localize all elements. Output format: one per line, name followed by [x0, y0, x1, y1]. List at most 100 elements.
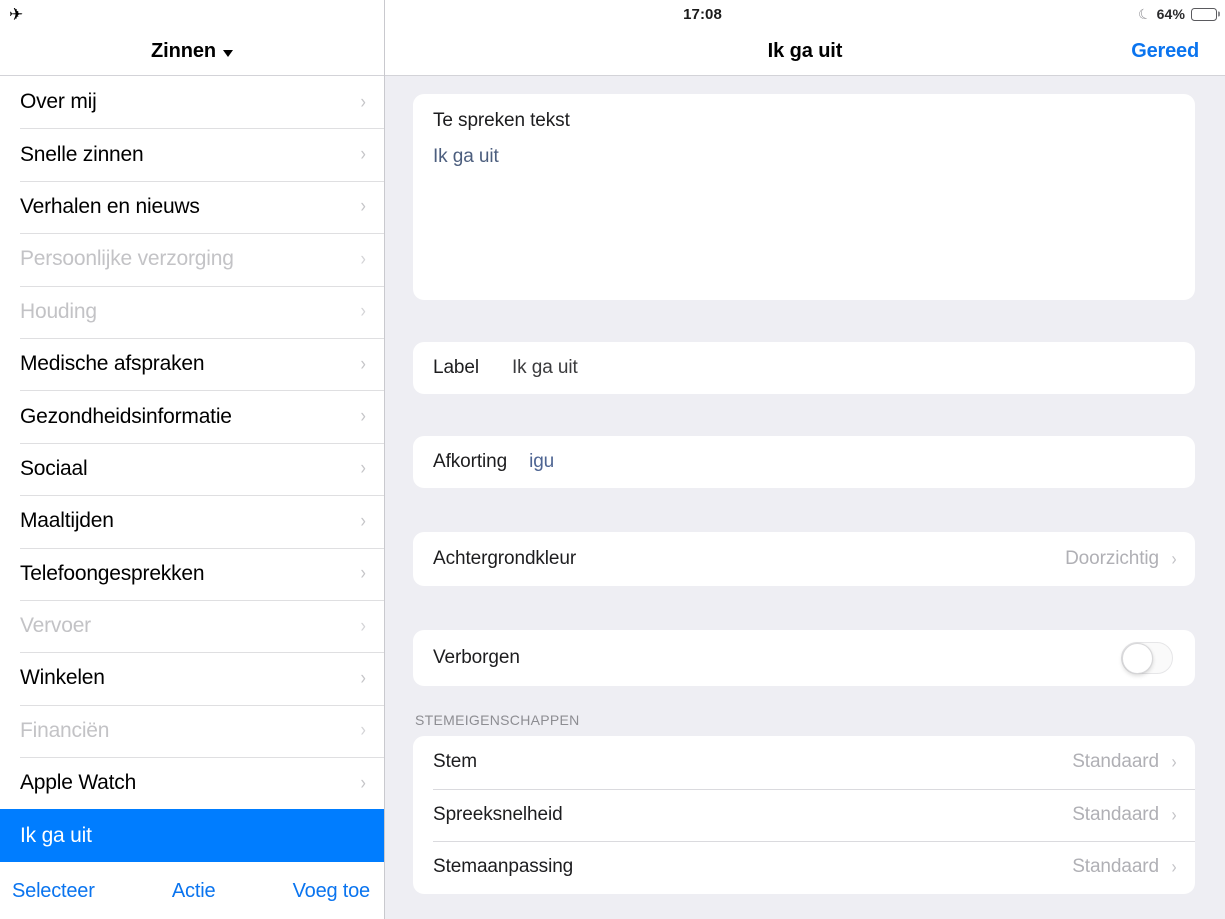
sidebar-item[interactable]: Sociaal › — [0, 442, 384, 496]
sidebar-title: Zinnen — [151, 40, 216, 62]
sidebar-item[interactable]: Snelle zinnen › — [0, 128, 384, 181]
voice-property-row[interactable]: Spreeksnelheid Standaard › — [413, 788, 1195, 842]
chevron-right-icon: › — [1171, 549, 1177, 569]
detail-nav-bar: Ik ga uit Gereed — [385, 28, 1225, 76]
select-button[interactable]: Selecteer — [12, 880, 95, 903]
background-color-label: Achtergrondkleur — [433, 548, 577, 569]
chevron-right-icon: › — [360, 667, 366, 689]
chevron-right-icon: › — [360, 615, 366, 637]
sidebar-item-label: Gezondheidsinformatie — [20, 404, 232, 428]
action-button[interactable]: Actie — [172, 880, 216, 903]
sidebar-item-label: Over mij — [20, 90, 97, 114]
chevron-right-icon: › — [1171, 857, 1177, 878]
chevron-right-icon: › — [360, 510, 366, 532]
voice-property-value: Standaard — [1072, 803, 1159, 825]
background-color-row[interactable]: Achtergrondkleur Doorzichtig › — [413, 532, 1195, 586]
voice-property-value: Standaard — [1072, 751, 1159, 773]
sidebar-item-label: Ik ga uit — [20, 823, 92, 847]
chevron-down-icon — [222, 49, 233, 57]
sidebar-toolbar: Selecteer Actie Voeg toe — [0, 864, 384, 919]
chevron-right-icon: › — [360, 144, 366, 166]
spoken-text-title: Te spreken tekst — [433, 110, 570, 131]
phrases-category-button[interactable]: Zinnen — [151, 40, 233, 63]
sidebar-item-label: Telefoongesprekken — [20, 561, 205, 585]
sidebar-item-label: Financiën — [20, 718, 110, 742]
sidebar: ✈ Zinnen Over mij › Snelle zinnen › Verhalen… — [0, 0, 385, 919]
moon-icon: ☾ — [1135, 4, 1154, 24]
chevron-right-icon: › — [360, 248, 366, 270]
sidebar-item-label: Persoonlijke verzorging — [20, 247, 234, 271]
chevron-right-icon: › — [360, 458, 366, 480]
sidebar-item-label: Snelle zinnen — [20, 142, 144, 166]
chevron-right-icon: › — [360, 772, 366, 794]
sidebar-item-label: Medische afspraken — [20, 352, 205, 376]
label-field-card[interactable]: Label Ik ga uit — [413, 342, 1195, 394]
done-button[interactable]: Gereed — [1131, 40, 1199, 63]
sidebar-item[interactable]: Over mij › — [0, 76, 384, 129]
sidebar-item-label: Winkelen — [20, 666, 105, 690]
sidebar-item-label: Houding — [20, 299, 97, 323]
airplane-mode-icon: ✈ — [9, 4, 24, 24]
detail-scroll-area[interactable]: Te spreken tekst Ik ga uit Label Ik ga u… — [385, 76, 1225, 919]
spoken-text-input[interactable]: Ik ga uit — [433, 146, 1175, 168]
sidebar-item[interactable]: Houding › — [0, 285, 384, 338]
sidebar-item[interactable]: Vervoer › — [0, 599, 384, 653]
voice-property-label: Stem — [433, 751, 477, 773]
hidden-toggle-row[interactable]: Verborgen — [413, 630, 1195, 686]
sidebar-item-label: Maaltijden — [20, 509, 114, 533]
sidebar-item-label: Sociaal — [20, 456, 88, 480]
detail-panel: 17:08 ☾ 64% Ik ga uit Gereed Te spreken … — [385, 0, 1225, 919]
voice-property-row[interactable]: Stemaanpassing Standaard › — [413, 841, 1195, 894]
sidebar-item[interactable]: Telefoongesprekken › — [0, 547, 384, 600]
chevron-right-icon: › — [360, 91, 366, 113]
sidebar-nav-bar: Zinnen — [0, 28, 384, 76]
sidebar-item-label: Apple Watch — [20, 771, 137, 795]
voice-property-row[interactable]: Stem Standaard › — [413, 736, 1195, 789]
chevron-right-icon: › — [360, 353, 366, 375]
chevron-right-icon: › — [360, 196, 366, 218]
voice-section-header: STEMEIGENSCHAPPEN — [415, 712, 580, 728]
spoken-text-card[interactable]: Te spreken tekst Ik ga uit — [413, 94, 1195, 300]
hidden-toggle-switch[interactable] — [1121, 642, 1173, 674]
label-field-input[interactable]: Ik ga uit — [512, 357, 578, 379]
chevron-right-icon: › — [360, 720, 366, 742]
chevron-right-icon: › — [360, 301, 366, 323]
phrase-category-list[interactable]: Over mij › Snelle zinnen › Verhalen en nieuw… — [0, 76, 384, 864]
battery-percentage: 64% — [1156, 6, 1185, 22]
sidebar-item[interactable]: Persoonlijke verzorging › — [0, 233, 384, 286]
page-title: Ik ga uit — [767, 40, 843, 62]
status-bar-right: ☾ 64% — [1135, 4, 1217, 24]
voice-properties-card[interactable]: Stem Standaard › Spreeksnelheid Standaard › St… — [413, 736, 1195, 894]
sidebar-item[interactable]: Verhalen en nieuws › — [0, 180, 384, 234]
sidebar-item-label: Vervoer — [20, 614, 91, 638]
chevron-right-icon: › — [1171, 752, 1177, 773]
sidebar-item[interactable]: Ik ga uit — [0, 809, 384, 862]
chevron-right-icon: › — [360, 563, 366, 585]
sidebar-item[interactable]: Gezondheidsinformatie › — [0, 390, 384, 443]
voice-property-value: Standaard — [1072, 856, 1159, 878]
status-bar: 17:08 ☾ 64% — [385, 0, 1225, 28]
sidebar-item-label: Verhalen en nieuws — [20, 194, 200, 218]
label-field-label: Label — [433, 357, 479, 378]
background-color-value: Doorzichtig — [1065, 548, 1159, 569]
status-bar-clock: 17:08 — [683, 5, 722, 23]
abbreviation-field-card[interactable]: Afkorting igu — [413, 436, 1195, 488]
abbreviation-field-input[interactable]: igu — [529, 451, 554, 473]
sidebar-item[interactable]: Winkelen › — [0, 652, 384, 705]
voice-property-label: Stemaanpassing — [433, 856, 574, 878]
sidebar-item[interactable]: Apple Watch › — [0, 757, 384, 810]
chevron-right-icon: › — [1171, 804, 1177, 825]
chevron-right-icon: › — [360, 406, 366, 428]
sidebar-item[interactable]: Medische afspraken › — [0, 337, 384, 391]
sidebar-item[interactable]: Maaltijden › — [0, 495, 384, 548]
abbreviation-field-label: Afkorting — [433, 451, 508, 472]
add-button[interactable]: Voeg toe — [293, 880, 371, 903]
toggle-knob — [1121, 642, 1153, 674]
ipad-screen: ✈ Zinnen Over mij › Snelle zinnen › Verhalen… — [0, 0, 1225, 919]
voice-property-label: Spreeksnelheid — [433, 803, 563, 825]
sidebar-item[interactable]: Financiën › — [0, 704, 384, 758]
